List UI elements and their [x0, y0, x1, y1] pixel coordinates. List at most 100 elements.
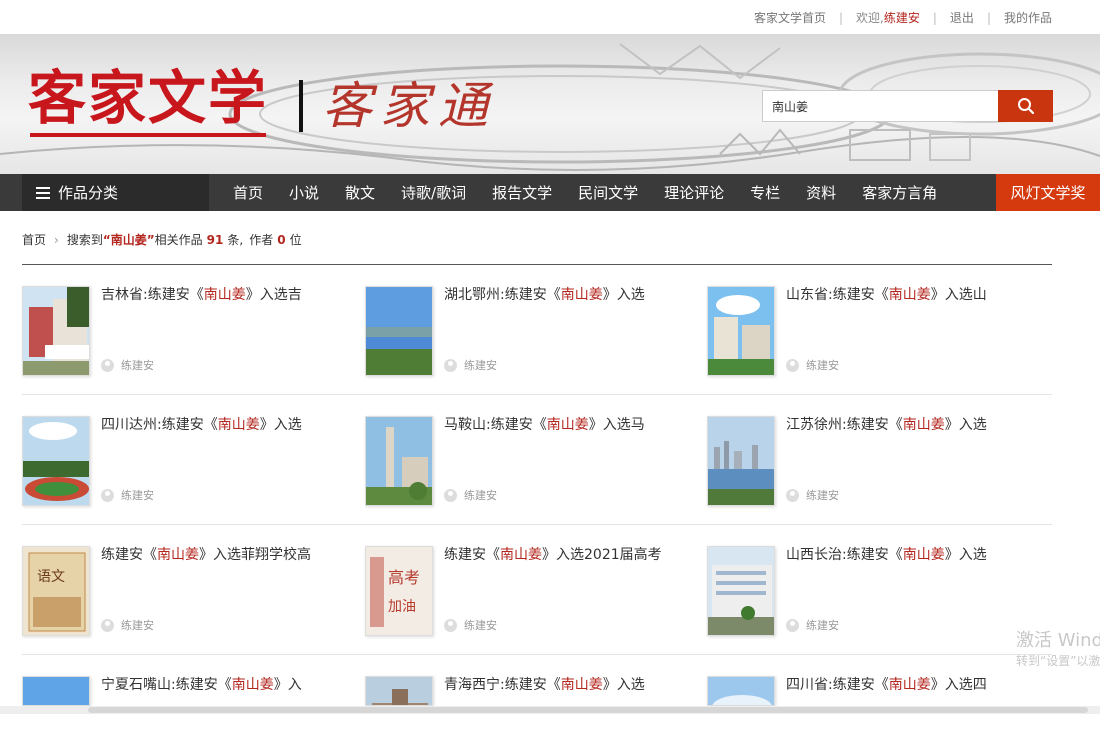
result-card[interactable]: 四川达州:练建安《南山姜》入选练建安 — [22, 395, 352, 506]
result-title[interactable]: 山西长治:练建安《南山姜》入选 — [786, 544, 1036, 566]
result-thumbnail[interactable] — [22, 676, 90, 706]
scrollbar-thumb[interactable] — [88, 707, 1088, 713]
title-text: 马鞍山:练建安《 — [444, 417, 547, 433]
title-text: 四川省:练建安《 — [786, 677, 889, 693]
result-title[interactable]: 山东省:练建安《南山姜》入选山 — [786, 284, 1036, 306]
result-card[interactable]: 四川省:练建安《南山姜》入选四 — [707, 655, 1037, 755]
result-author[interactable]: 练建安 — [786, 487, 839, 503]
search-button[interactable] — [998, 90, 1053, 122]
nav-item[interactable]: 诗歌/歌词 — [388, 182, 479, 203]
home-link[interactable]: 客家文学首页 — [754, 9, 826, 26]
works-unit: 条, — [227, 233, 244, 247]
nav-item[interactable]: 资料 — [793, 182, 849, 203]
author-name: 练建安 — [121, 619, 154, 632]
result-title[interactable]: 马鞍山:练建安《南山姜》入选马 — [444, 414, 694, 436]
nav-item[interactable]: 专栏 — [737, 182, 793, 203]
menu-icon — [36, 184, 50, 202]
result-title[interactable]: 练建安《南山姜》入选2021届高考 — [444, 544, 694, 566]
site-logo[interactable]: 客家文学 — [28, 66, 268, 130]
horizontal-scrollbar[interactable] — [0, 706, 1100, 714]
nav-item[interactable]: 理论评论 — [651, 182, 737, 203]
result-author[interactable]: 练建安 — [101, 617, 154, 633]
result-author[interactable]: 练建安 — [444, 357, 497, 373]
result-thumbnail[interactable]: 高考 加油 — [365, 546, 433, 636]
result-thumbnail[interactable] — [22, 286, 90, 376]
chevron-right-icon: › — [54, 232, 59, 247]
author-count: 0 — [277, 232, 286, 247]
result-card[interactable]: 语文 练建安《南山姜》入选菲翔学校高练建安 — [22, 525, 352, 636]
title-text: 》入选四 — [930, 677, 987, 693]
nav-item[interactable]: 小说 — [276, 182, 332, 203]
breadcrumb-home[interactable]: 首页 — [22, 231, 46, 248]
svg-text:高考: 高考 — [388, 568, 420, 587]
result-thumbnail[interactable] — [707, 416, 775, 506]
result-title[interactable]: 四川省:练建安《南山姜》入选四 — [786, 674, 1036, 696]
result-title[interactable]: 湖北鄂州:练建安《南山姜》入选 — [444, 284, 694, 306]
nav-item[interactable]: 民间文学 — [565, 182, 651, 203]
title-text: 江苏徐州:练建安《 — [786, 417, 903, 433]
result-title[interactable]: 青海西宁:练建安《南山姜》入选 — [444, 674, 694, 696]
result-card[interactable]: 江苏徐州:练建安《南山姜》入选练建安 — [707, 395, 1037, 506]
site-sublogo: 客家通 — [322, 77, 496, 135]
result-author[interactable]: 练建安 — [444, 487, 497, 503]
result-thumbnail[interactable] — [22, 416, 90, 506]
nav-award-button[interactable]: 风灯文学奖 — [996, 174, 1100, 211]
my-works-link[interactable]: 我的作品 — [1004, 9, 1052, 26]
title-keyword-highlight: 南山姜 — [560, 287, 603, 303]
result-thumbnail[interactable] — [707, 676, 775, 706]
avatar-icon — [101, 488, 114, 502]
author-name: 练建安 — [464, 359, 497, 372]
author-name: 练建安 — [806, 619, 839, 632]
result-title[interactable]: 四川达州:练建安《南山姜》入选 — [101, 414, 351, 436]
result-author[interactable]: 练建安 — [786, 357, 839, 373]
author-name: 练建安 — [121, 359, 154, 372]
works-text: 相关作品 — [154, 233, 203, 247]
result-author[interactable]: 练建安 — [444, 617, 497, 633]
title-text: 》入选菲翔学校高 — [199, 547, 311, 563]
nav-item[interactable]: 散文 — [332, 182, 388, 203]
nav-item[interactable]: 首页 — [220, 182, 276, 203]
result-title[interactable]: 练建安《南山姜》入选菲翔学校高 — [101, 544, 351, 566]
result-title[interactable]: 江苏徐州:练建安《南山姜》入选 — [786, 414, 1036, 436]
logo-underline — [30, 133, 266, 137]
author-name: 练建安 — [464, 489, 497, 502]
main-nav: 作品分类 首页 小说 散文 诗歌/歌词 报告文学 民间文学 理论评论 专栏 资料 客家方言角 风灯… — [0, 174, 1100, 211]
result-thumbnail[interactable] — [365, 676, 433, 706]
result-thumbnail[interactable] — [707, 286, 775, 376]
title-keyword-highlight: 南山姜 — [500, 547, 542, 563]
author-name: 练建安 — [806, 359, 839, 372]
result-thumbnail[interactable] — [365, 286, 433, 376]
result-card[interactable]: 高考 加油 练建安《南山姜》入选2021届高考练建安 — [365, 525, 695, 636]
title-keyword-highlight: 南山姜 — [560, 677, 603, 693]
result-title[interactable]: 宁夏石嘴山:练建安《南山姜》入 — [101, 674, 351, 696]
result-author[interactable]: 练建安 — [101, 357, 154, 373]
logout-link[interactable]: 退出 — [950, 9, 974, 26]
title-text: 四川达州:练建安《 — [101, 417, 218, 433]
result-author[interactable]: 练建安 — [101, 487, 154, 503]
title-text: 山东省:练建安《 — [786, 287, 889, 303]
result-card[interactable]: 马鞍山:练建安《南山姜》入选马练建安 — [365, 395, 695, 506]
nav-item[interactable]: 报告文学 — [479, 182, 565, 203]
result-card[interactable]: 宁夏石嘴山:练建安《南山姜》入 — [22, 655, 352, 755]
result-card[interactable]: 山东省:练建安《南山姜》入选山练建安 — [707, 265, 1037, 376]
username-link[interactable]: 练建安 — [884, 9, 920, 26]
title-text: 湖北鄂州:练建安《 — [444, 287, 561, 303]
nav-item[interactable]: 客家方言角 — [849, 182, 950, 203]
category-menu-button[interactable]: 作品分类 — [22, 174, 209, 211]
category-label: 作品分类 — [58, 184, 119, 202]
title-text: 练建安《 — [101, 547, 157, 563]
nav-items: 首页 小说 散文 诗歌/歌词 报告文学 民间文学 理论评论 专栏 资料 客家方言角 — [220, 174, 950, 211]
title-keyword-highlight: 南山姜 — [203, 287, 246, 303]
result-title[interactable]: 吉林省:练建安《南山姜》入选吉 — [101, 284, 351, 306]
author-unit: 位 — [289, 233, 302, 247]
result-thumbnail[interactable] — [365, 416, 433, 506]
result-thumbnail[interactable] — [707, 546, 775, 636]
search-icon — [1017, 98, 1034, 115]
search-input[interactable] — [762, 90, 999, 122]
result-card[interactable]: 青海西宁:练建安《南山姜》入选 — [365, 655, 695, 755]
result-author[interactable]: 练建安 — [786, 617, 839, 633]
result-thumbnail[interactable]: 语文 — [22, 546, 90, 636]
result-card[interactable]: 湖北鄂州:练建安《南山姜》入选练建安 — [365, 265, 695, 376]
result-card[interactable]: 吉林省:练建安《南山姜》入选吉练建安 — [22, 265, 352, 376]
result-card[interactable]: 山西长治:练建安《南山姜》入选练建安 — [707, 525, 1037, 636]
